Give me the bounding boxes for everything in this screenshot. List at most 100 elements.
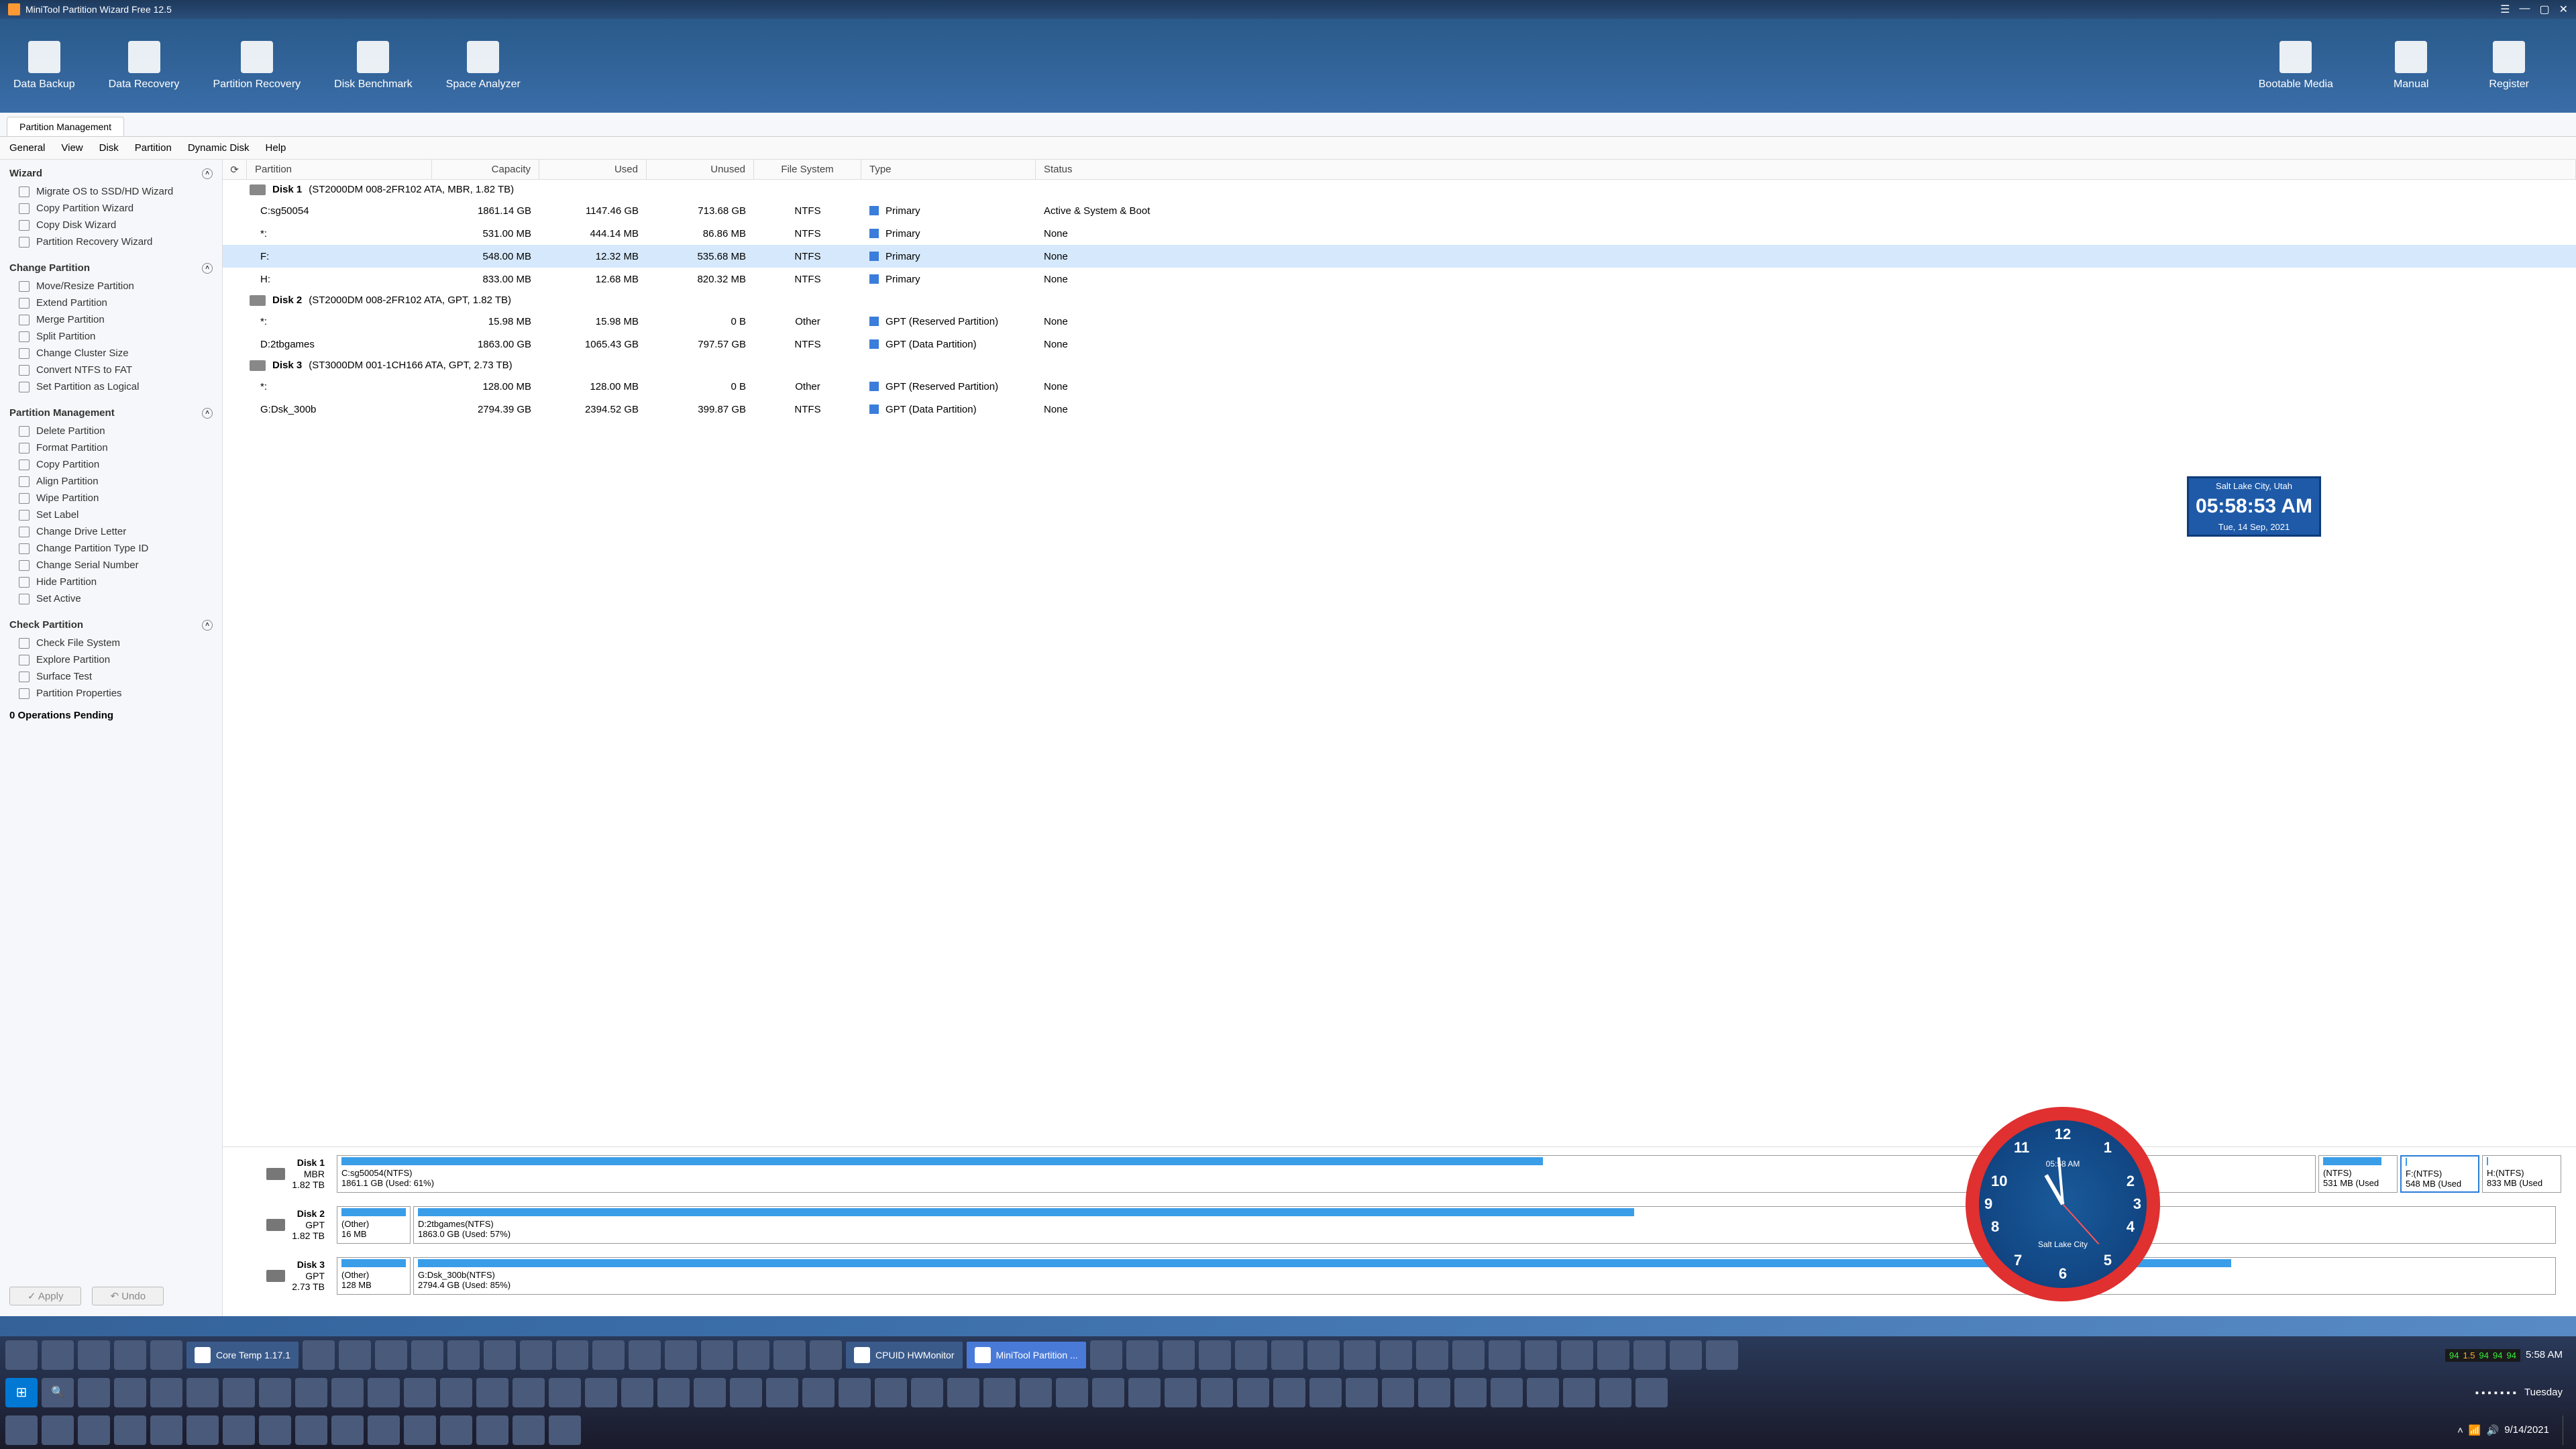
sidebar-item-migrate-os-to-ssd-hd-wizard[interactable]: Migrate OS to SSD/HD Wizard: [0, 183, 222, 200]
taskbar-pinned-icon[interactable]: [259, 1415, 291, 1445]
taskbar-pinned-icon[interactable]: [150, 1378, 182, 1407]
taskbar-pinned-icon[interactable]: [839, 1378, 871, 1407]
sidebar-item-format-partition[interactable]: Format Partition: [0, 439, 222, 456]
tray-chevron-icon[interactable]: ˄: [2457, 1425, 2463, 1436]
taskbar-pinned-icon[interactable]: [810, 1340, 842, 1370]
sidebar-header-check-partition[interactable]: Check Partition˄: [0, 615, 222, 635]
taskbar-pinned-icon[interactable]: [78, 1378, 110, 1407]
taskbar-pinned-icon[interactable]: [1128, 1378, 1161, 1407]
taskbar-pinned-icon[interactable]: [1237, 1378, 1269, 1407]
sidebar-header-partition-management[interactable]: Partition Management˄: [0, 403, 222, 423]
taskbar-pinned-icon[interactable]: [1670, 1340, 1702, 1370]
taskbar-pinned-icon[interactable]: [440, 1378, 472, 1407]
tray-date[interactable]: 9/14/2021: [2504, 1424, 2557, 1437]
sidebar-header-change-partition[interactable]: Change Partition˄: [0, 258, 222, 278]
taskbar-pinned-icon[interactable]: [1706, 1340, 1738, 1370]
sidebar-item-set-active[interactable]: Set Active: [0, 590, 222, 607]
taskbar-pinned-icon[interactable]: [657, 1378, 690, 1407]
taskbar-pinned-icon[interactable]: [773, 1340, 806, 1370]
sidebar-item-set-partition-as-logical[interactable]: Set Partition as Logical: [0, 378, 222, 395]
taskbar-pinned-icon[interactable]: [339, 1340, 371, 1370]
sidebar-item-wipe-partition[interactable]: Wipe Partition: [0, 490, 222, 506]
taskbar-pinned-icon[interactable]: [1380, 1340, 1412, 1370]
sidebar-header-wizard[interactable]: Wizard˄: [0, 164, 222, 183]
tab-partition-management[interactable]: Partition Management: [7, 117, 124, 136]
menu-disk[interactable]: Disk: [99, 142, 119, 154]
taskbar-pinned-icon[interactable]: [447, 1340, 480, 1370]
disk-segment[interactable]: (Other)16 MB: [337, 1206, 411, 1244]
taskbar-pinned-icon[interactable]: [484, 1340, 516, 1370]
tray-volume-icon[interactable]: 🔊: [2487, 1424, 2500, 1436]
column-used[interactable]: Used: [539, 160, 647, 179]
toolbar-data-recovery[interactable]: Data Recovery: [109, 41, 180, 91]
sidebar-item-change-drive-letter[interactable]: Change Drive Letter: [0, 523, 222, 540]
taskbar-pinned-icon[interactable]: [1235, 1340, 1267, 1370]
menu-general[interactable]: General: [9, 142, 45, 154]
undo-button[interactable]: ↶ Undo: [92, 1287, 164, 1305]
taskbar-pinned-icon[interactable]: [1563, 1378, 1595, 1407]
taskbar-pinned-icon[interactable]: [368, 1378, 400, 1407]
taskbar-pinned-icon[interactable]: [549, 1378, 581, 1407]
partition-row[interactable]: D:2tbgames 1863.00 GB 1065.43 GB 797.57 …: [223, 333, 2576, 356]
disk-header[interactable]: Disk 3 (ST3000DM 001-1CH166 ATA, GPT, 2.…: [223, 356, 2576, 375]
tray-network-icon[interactable]: 📶: [2469, 1424, 2481, 1436]
menu-help[interactable]: Help: [266, 142, 286, 154]
taskbar-pinned-icon[interactable]: [1271, 1340, 1303, 1370]
search-button[interactable]: 🔍: [42, 1378, 74, 1407]
taskbar-pinned-icon[interactable]: [701, 1340, 733, 1370]
taskbar-pinned-icon[interactable]: [875, 1378, 907, 1407]
sidebar-item-extend-partition[interactable]: Extend Partition: [0, 294, 222, 311]
taskbar-pinned-icon[interactable]: [476, 1415, 508, 1445]
sidebar-item-hide-partition[interactable]: Hide Partition: [0, 574, 222, 590]
taskbar-pinned-icon[interactable]: [1307, 1340, 1340, 1370]
taskbar-pinned-icon[interactable]: [331, 1415, 364, 1445]
taskbar-pinned-icon[interactable]: [766, 1378, 798, 1407]
refresh-button[interactable]: ⟳: [223, 160, 247, 179]
taskbar-pinned-icon[interactable]: [1346, 1378, 1378, 1407]
taskbar-pinned-icon[interactable]: [1165, 1378, 1197, 1407]
taskbar-pinned-icon[interactable]: [802, 1378, 835, 1407]
disk-segment[interactable]: (Other)128 MB: [337, 1257, 411, 1295]
sidebar-item-split-partition[interactable]: Split Partition: [0, 328, 222, 345]
taskbar-pinned-icon[interactable]: [295, 1378, 327, 1407]
taskbar-pinned-icon[interactable]: [947, 1378, 979, 1407]
tray-time[interactable]: 5:58 AM: [2526, 1348, 2571, 1362]
taskbar-pinned-icon[interactable]: [1491, 1378, 1523, 1407]
toolbar-partition-recovery[interactable]: Partition Recovery: [213, 41, 301, 91]
column-type[interactable]: Type: [861, 160, 1036, 179]
taskbar-pinned-icon[interactable]: [1633, 1340, 1666, 1370]
partition-row[interactable]: *: 128.00 MB 128.00 MB 0 B Other GPT (Re…: [223, 375, 2576, 398]
taskbar-pinned-icon[interactable]: [1163, 1340, 1195, 1370]
disk-segment[interactable]: H:(NTFS)833 MB (Used: [2482, 1155, 2561, 1193]
taskbar-pinned-icon[interactable]: [1382, 1378, 1414, 1407]
taskbar-pinned-icon[interactable]: [556, 1340, 588, 1370]
taskbar-pinned-icon[interactable]: [114, 1378, 146, 1407]
taskbar-pinned-icon[interactable]: [411, 1340, 443, 1370]
partition-row[interactable]: *: 531.00 MB 444.14 MB 86.86 MB NTFS Pri…: [223, 222, 2576, 245]
taskbar-pinned-icon[interactable]: [1344, 1340, 1376, 1370]
taskbar-app-core-temp[interactable]: Core Temp 1.17.1: [186, 1342, 299, 1368]
tray-icons[interactable]: ▪▪▪▪▪▪▪: [2475, 1387, 2519, 1399]
taskbar-pinned-icon[interactable]: [1635, 1378, 1668, 1407]
sidebar-item-merge-partition[interactable]: Merge Partition: [0, 311, 222, 328]
taskbar-pinned-icon[interactable]: [513, 1378, 545, 1407]
taskbar-pinned-icon[interactable]: [911, 1378, 943, 1407]
toolbar-disk-benchmark[interactable]: Disk Benchmark: [334, 41, 412, 91]
taskbar-pinned-icon[interactable]: [1561, 1340, 1593, 1370]
sidebar-item-check-file-system[interactable]: Check File System: [0, 635, 222, 651]
taskbar-pinned-icon[interactable]: [513, 1415, 545, 1445]
taskbar-pinned-icon[interactable]: [1418, 1378, 1450, 1407]
taskbar-pinned-icon[interactable]: [1126, 1340, 1159, 1370]
taskbar-pinned-icon[interactable]: [983, 1378, 1016, 1407]
disk-segment[interactable]: F:(NTFS)548 MB (Used: [2400, 1155, 2479, 1193]
disk-header[interactable]: Disk 1 (ST2000DM 008-2FR102 ATA, MBR, 1.…: [223, 180, 2576, 199]
sidebar-item-copy-partition-wizard[interactable]: Copy Partition Wizard: [0, 200, 222, 217]
tray-day[interactable]: Tuesday: [2524, 1386, 2571, 1399]
partition-row[interactable]: F: 548.00 MB 12.32 MB 535.68 MB NTFS Pri…: [223, 245, 2576, 268]
taskbar-pinned-icon[interactable]: [223, 1415, 255, 1445]
taskbar-pinned-icon[interactable]: [331, 1378, 364, 1407]
partition-row[interactable]: C:sg50054 1861.14 GB 1147.46 GB 713.68 G…: [223, 199, 2576, 222]
start-button[interactable]: ⊞: [5, 1378, 38, 1407]
sidebar-item-convert-ntfs-to-fat[interactable]: Convert NTFS to FAT: [0, 362, 222, 378]
taskbar-pinned-icon[interactable]: [404, 1378, 436, 1407]
